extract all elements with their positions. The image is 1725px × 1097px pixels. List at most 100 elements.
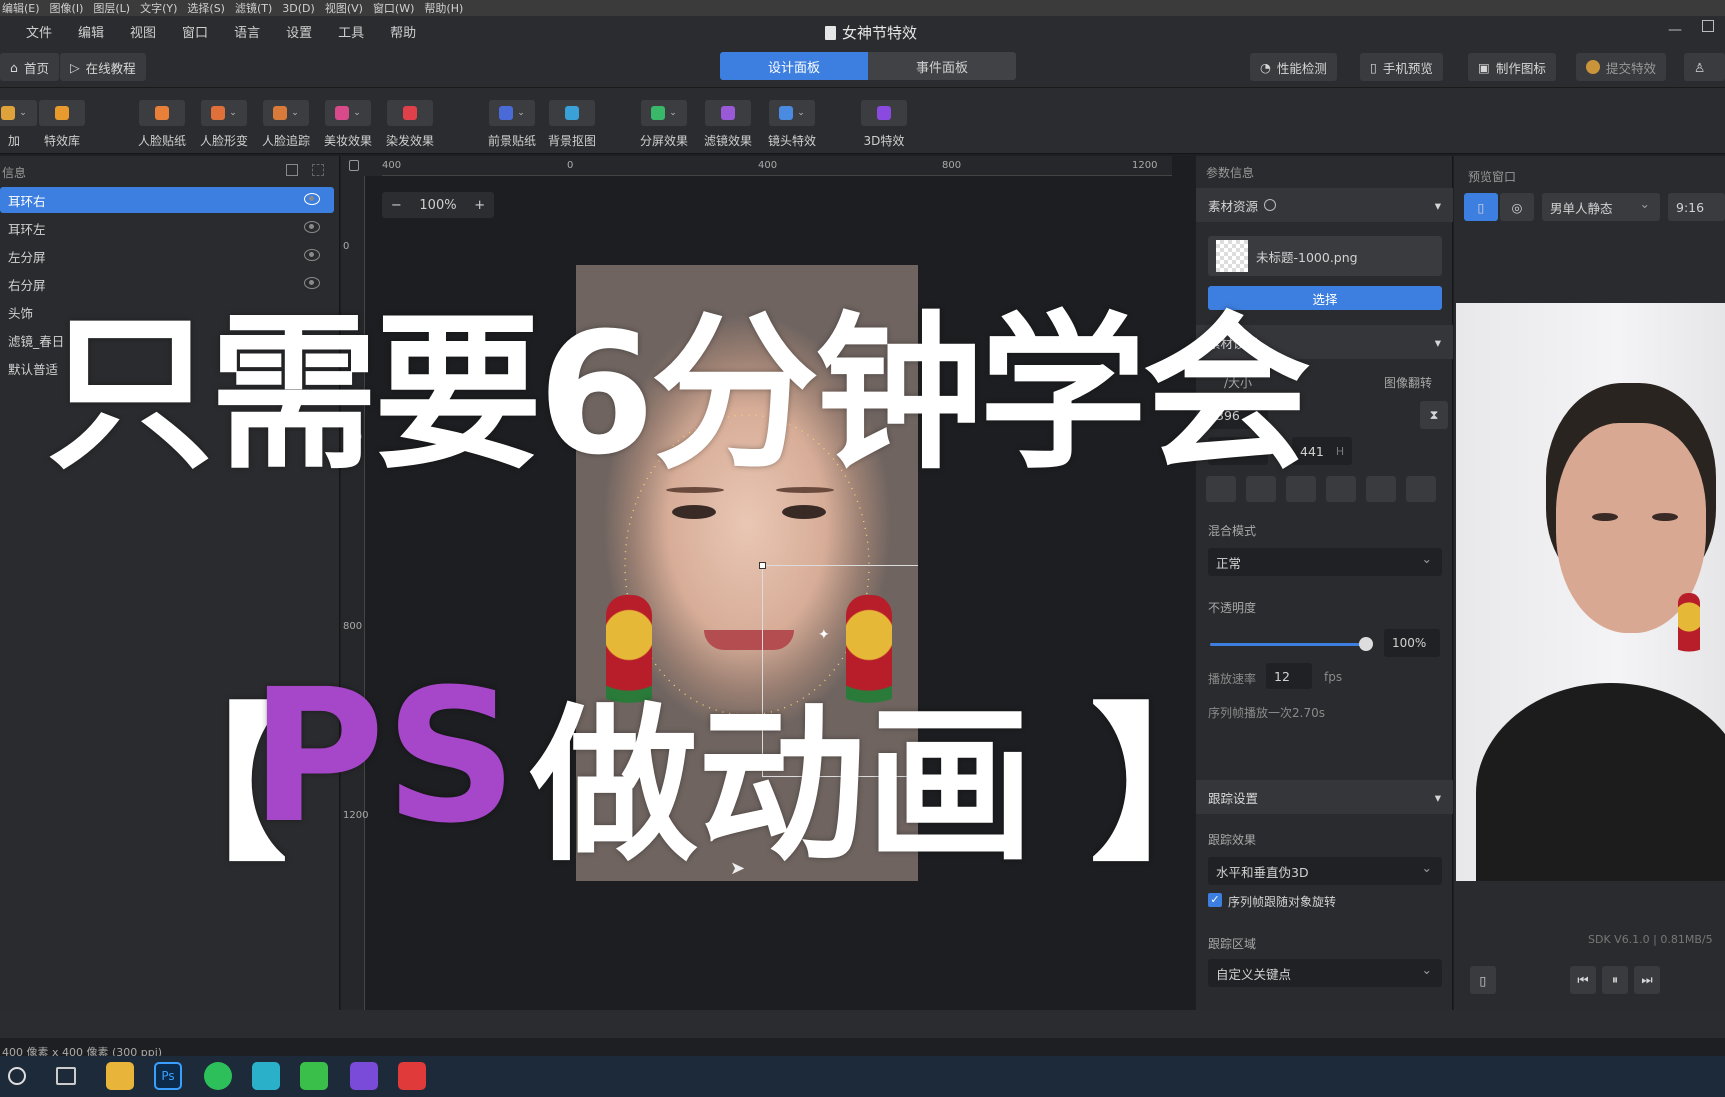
blend-select[interactable]: 正常: [1208, 548, 1442, 576]
toolbar-button[interactable]: ⌄ 分屏效果: [632, 100, 696, 149]
toolbar-button[interactable]: ⌄ 前景贴纸: [480, 100, 544, 149]
collapse-icon: ▾: [1434, 334, 1441, 350]
toolbar-label: 3D特效: [863, 134, 905, 148]
tab-design-panel[interactable]: 设计面板: [720, 52, 868, 80]
app-icon[interactable]: [252, 1062, 280, 1090]
ps-menu-item[interactable]: 视图(V): [325, 0, 363, 16]
camera-icon[interactable]: ◎: [1500, 193, 1534, 221]
next-frame-icon[interactable]: ⏭: [1634, 966, 1660, 994]
anchor-icon[interactable]: ✦: [818, 627, 830, 643]
resize-handle[interactable]: [759, 562, 766, 569]
task-view-icon[interactable]: [56, 1067, 76, 1085]
gauge-icon: ◔: [1260, 59, 1271, 75]
photoshop-icon[interactable]: Ps: [154, 1062, 182, 1090]
toolbar-button[interactable]: 特效库: [30, 100, 94, 149]
camtasia-icon[interactable]: [300, 1062, 328, 1090]
layers-header: 信息: [2, 166, 27, 180]
recorder-icon[interactable]: [398, 1062, 426, 1090]
menu-item[interactable]: 文件: [26, 22, 52, 41]
maximize-icon[interactable]: [1702, 20, 1714, 32]
ps-menu-item[interactable]: 3D(D): [282, 2, 315, 15]
phone-preview-button[interactable]: ▯ 手机预览: [1360, 53, 1443, 81]
zoom-out-button[interactable]: −: [391, 198, 402, 213]
eye-icon[interactable]: [304, 193, 320, 205]
toolbar-button[interactable]: ⌄ 镜头特效: [760, 100, 824, 149]
toolbar-button[interactable]: 3D特效: [852, 100, 916, 149]
ps-menu-item[interactable]: 窗口(W): [373, 0, 414, 16]
submit-button[interactable]: 提交特效: [1576, 53, 1667, 81]
toolbar-button[interactable]: ⌄ 美妆效果: [316, 100, 380, 149]
home-button[interactable]: ⌂ 首页: [0, 53, 59, 81]
zoom-in-button[interactable]: +: [474, 198, 485, 213]
toolbar-label: 镜头特效: [767, 134, 816, 148]
layer-item[interactable]: 耳环右: [0, 187, 334, 213]
ruler-tick-label: 400: [758, 160, 778, 171]
track-area-select[interactable]: 自定义关键点: [1208, 959, 1442, 987]
model-select[interactable]: 男单人静态: [1542, 193, 1660, 221]
ps-menu-item[interactable]: 图层(L): [93, 0, 130, 16]
toolbar-icon: [387, 100, 433, 126]
user-icon[interactable]: ♙: [1684, 53, 1725, 81]
portrait-icon[interactable]: ▯: [1464, 193, 1498, 221]
layer-item[interactable]: 耳环左: [0, 215, 334, 241]
rate-field[interactable]: 12: [1266, 663, 1312, 689]
overlay-ps: PS: [250, 650, 518, 864]
menu-item[interactable]: 设置: [286, 22, 312, 41]
toolbar-button[interactable]: 染发效果: [378, 100, 442, 149]
start-circle-icon[interactable]: [8, 1067, 26, 1085]
tutorial-button[interactable]: ▷ 在线教程: [60, 53, 146, 81]
align-center-v-icon[interactable]: [1366, 476, 1396, 502]
menu-item[interactable]: 编辑: [78, 22, 104, 41]
menu-item[interactable]: 工具: [338, 22, 364, 41]
layer-name: 头饰: [8, 305, 34, 321]
ps-menu-item[interactable]: 文字(Y): [140, 0, 177, 16]
align-bottom-icon[interactable]: [1406, 476, 1436, 502]
toolbar-button[interactable]: 滤镜效果: [696, 100, 760, 149]
ps-menu-item[interactable]: 帮助(H): [424, 0, 463, 16]
toolbar-button[interactable]: 背景抠图: [540, 100, 604, 149]
material-section-header[interactable]: 素材资源 ▾: [1196, 188, 1453, 222]
params-header: 参数信息: [1206, 166, 1255, 180]
menu-item[interactable]: 语言: [234, 22, 260, 41]
opacity-slider-knob[interactable]: [1359, 637, 1373, 651]
menu-item[interactable]: 窗口: [182, 22, 208, 41]
ps-menu-item[interactable]: 选择(S): [187, 0, 225, 16]
performance-button[interactable]: ◔ 性能检测: [1250, 53, 1337, 81]
effect-icon: [403, 106, 417, 120]
menu-item[interactable]: 视图: [130, 22, 156, 41]
pause-icon[interactable]: ⏸: [1602, 966, 1628, 994]
ps-menu-item[interactable]: 图像(I): [50, 0, 84, 16]
eye-icon[interactable]: [304, 221, 320, 233]
ruler-tick-label: 400: [382, 160, 402, 171]
file-explorer-icon[interactable]: [106, 1062, 134, 1090]
effect-editor-icon[interactable]: [350, 1062, 378, 1090]
lock-icon[interactable]: [349, 160, 359, 171]
checkbox-checked-icon[interactable]: ✓: [1208, 893, 1222, 907]
device-icon[interactable]: ▯: [1470, 966, 1496, 994]
group-icon[interactable]: [312, 164, 324, 176]
prev-frame-icon[interactable]: ⏮: [1570, 966, 1596, 994]
toolbar-button[interactable]: ⌄ 人脸形变: [192, 100, 256, 149]
toolbar-label: 特效库: [43, 134, 80, 148]
make-icon-button[interactable]: ▣ 制作图标: [1468, 53, 1556, 81]
copy-icon[interactable]: [286, 164, 298, 176]
toolbar-button[interactable]: 人脸贴纸: [130, 100, 194, 149]
flip-button[interactable]: ⧗: [1420, 401, 1448, 429]
align-top-icon[interactable]: [1326, 476, 1356, 502]
track-area-label: 跟踪区域: [1208, 937, 1257, 951]
menu-item[interactable]: 帮助: [390, 22, 416, 41]
opacity-slider[interactable]: [1210, 637, 1373, 651]
model-shirt: [1476, 683, 1725, 881]
ruler-tick-label: 800: [343, 621, 363, 632]
ratio-select[interactable]: 9:16: [1668, 193, 1725, 221]
tab-event-panel[interactable]: 事件面板: [868, 52, 1016, 80]
ps-menu-item[interactable]: 滤镜(T): [235, 0, 272, 16]
opacity-field[interactable]: 100%: [1384, 629, 1440, 657]
effect-icon: [335, 106, 350, 120]
wechat-icon[interactable]: [204, 1062, 232, 1090]
effect-icon: [779, 106, 794, 120]
minimize-icon[interactable]: —: [1668, 22, 1682, 38]
toolbar-button[interactable]: ⌄ 人脸追踪: [254, 100, 318, 149]
ps-menu-item[interactable]: 编辑(E): [2, 0, 40, 16]
ruler-tick-label: 0: [343, 241, 350, 252]
